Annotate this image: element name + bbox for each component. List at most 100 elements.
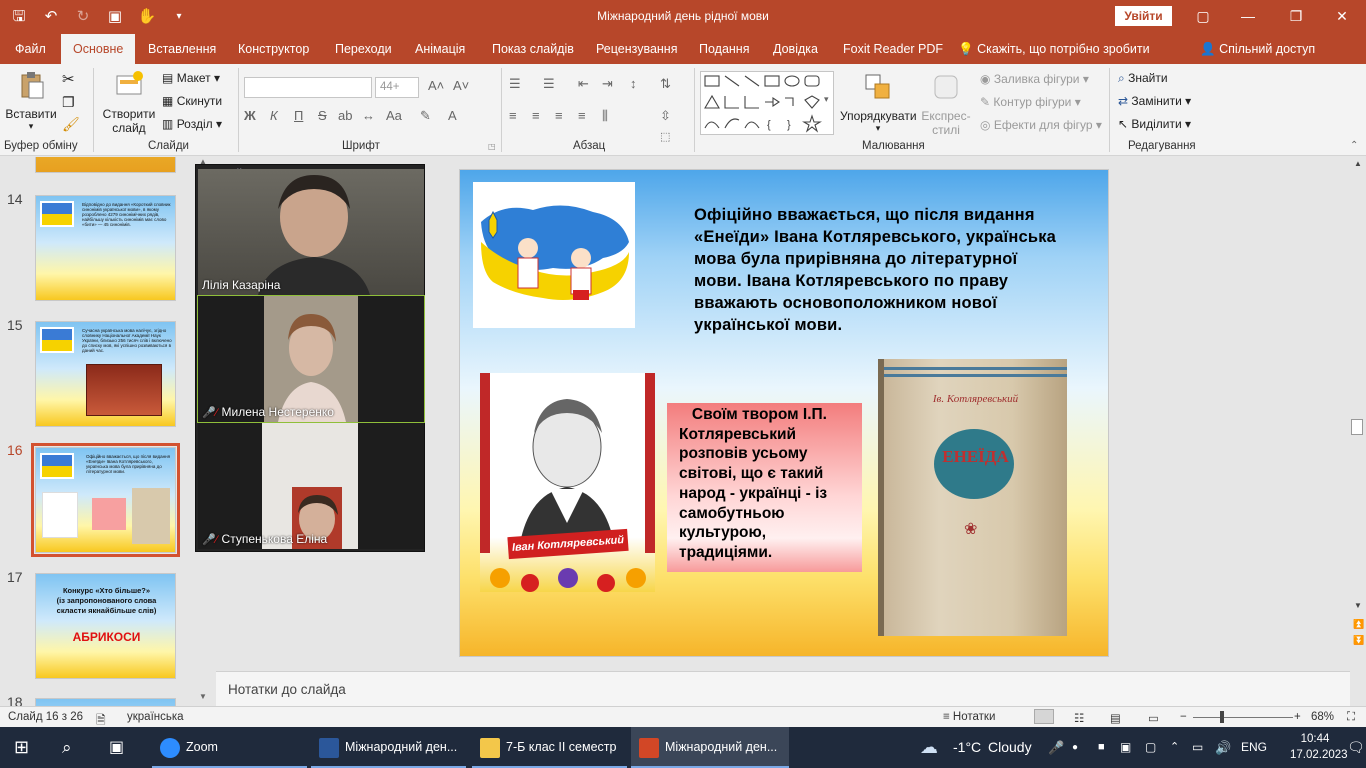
show-hidden-icons[interactable]: ⌃: [1170, 727, 1179, 768]
slide-text-box[interactable]: Своїм твором І.П. Котляревський розповів…: [667, 403, 862, 572]
video-tile-active-speaker[interactable]: 🎤∕ Милена Нестеренко: [197, 295, 425, 423]
columns-icon[interactable]: ⫼: [602, 108, 608, 124]
zoom-tray-icon[interactable]: ●: [1072, 727, 1078, 768]
justify-icon[interactable]: ≡: [578, 108, 586, 123]
bold-button[interactable]: Ж: [244, 108, 256, 123]
char-spacing-icon[interactable]: ↔: [362, 108, 375, 123]
section-button[interactable]: ▥ Розділ ▾: [162, 117, 222, 131]
line-spacing-icon[interactable]: ↕: [630, 76, 637, 91]
video-tile[interactable]: 🎤∕ Ступенькова Еліна: [198, 423, 424, 549]
copy-icon[interactable]: ❐: [62, 94, 75, 111]
align-left-icon[interactable]: ≡: [509, 108, 517, 123]
volume-icon[interactable]: 🔊: [1215, 727, 1231, 768]
shape-fill-button[interactable]: ◉ Заливка фігури ▾: [980, 72, 1089, 86]
zoom-slider-thumb[interactable]: [1220, 711, 1224, 723]
paste-button[interactable]: Вставити ▾: [4, 70, 58, 132]
slide-box-text[interactable]: Своїм твором І.П. Котляревський розповів…: [679, 405, 859, 563]
keyboard-language[interactable]: ENG: [1241, 727, 1267, 768]
italic-button[interactable]: К: [270, 108, 278, 123]
previous-slide-icon[interactable]: ⏫: [1353, 619, 1364, 630]
bullets-icon[interactable]: ☰: [509, 76, 521, 92]
microphone-icon[interactable]: 🎤: [1048, 727, 1064, 768]
slide-scrollbar[interactable]: ▲ ▼ ⏫ ⏬: [1350, 157, 1366, 706]
windows-start-icon[interactable]: ⊞: [14, 727, 29, 768]
slide-thumbnail-13[interactable]: [35, 157, 176, 173]
weather-description[interactable]: Cloudy: [988, 727, 1032, 768]
taskbar-zoom[interactable]: Zoom: [152, 727, 307, 768]
align-center-icon[interactable]: ≡: [532, 108, 540, 123]
tab-home[interactable]: Основне: [61, 34, 136, 64]
tray-app-icon[interactable]: ■: [1098, 727, 1105, 768]
notifications-icon[interactable]: 🗨: [1347, 727, 1365, 768]
maximize-button[interactable]: ❐: [1276, 4, 1316, 28]
tab-animations[interactable]: Анімація: [415, 34, 465, 64]
taskbar-word[interactable]: Міжнародний ден...: [311, 727, 466, 768]
slide-thumbnail-17[interactable]: Конкурс «Хто більше?» (із запропонованог…: [35, 573, 176, 679]
tray-app-icon[interactable]: ▢: [1145, 727, 1156, 768]
underline-button[interactable]: П: [294, 108, 303, 123]
zoom-slider-track[interactable]: [1193, 717, 1293, 718]
share-button[interactable]: 👤 Спільний доступ: [1200, 34, 1315, 64]
fit-to-window-icon[interactable]: ⛶: [1347, 711, 1355, 724]
shapes-more-icon[interactable]: ▾: [824, 94, 829, 105]
text-direction-icon[interactable]: ⇅: [660, 76, 671, 92]
network-icon[interactable]: ▭: [1192, 727, 1203, 768]
change-case-icon[interactable]: Aa: [386, 108, 402, 123]
tell-me-box[interactable]: 💡 Скажіть, що потрібно зробити: [958, 34, 1150, 64]
quick-styles-button[interactable]: Експрес- стилі: [918, 72, 974, 137]
shapes-gallery[interactable]: {}: [700, 71, 834, 135]
zoom-out-icon[interactable]: −: [1180, 711, 1187, 723]
ribbon-display-options-icon[interactable]: ▢: [1183, 4, 1223, 28]
tab-help[interactable]: Довідка: [773, 34, 818, 64]
reading-view-icon[interactable]: ▤: [1110, 711, 1121, 725]
weather-temperature[interactable]: -1°C: [953, 727, 981, 768]
slide-main-text[interactable]: Офіційно вважається, що після видання «Е…: [694, 204, 1064, 336]
taskbar-explorer[interactable]: 7-Б клас ІІ семестр: [472, 727, 627, 768]
strikethrough-button[interactable]: S: [318, 108, 327, 123]
slide-thumbnail-14[interactable]: Відповідно до видання «Короткий словник …: [35, 195, 176, 301]
decrease-font-icon[interactable]: A˅: [453, 78, 469, 93]
scroll-thumb[interactable]: [1351, 419, 1363, 435]
notes-pane[interactable]: Нотатки до слайда: [216, 671, 1350, 706]
scroll-down-icon[interactable]: ▼: [199, 692, 207, 701]
slide-thumbnail-15[interactable]: Сучасна українська мова налічує, згідно …: [35, 321, 176, 427]
video-tile[interactable]: Лілія Казаріна: [198, 169, 424, 295]
find-button[interactable]: ⌕ Знайти: [1118, 71, 1168, 86]
select-button[interactable]: ↖ Виділити ▾: [1118, 117, 1191, 131]
align-right-icon[interactable]: ≡: [555, 108, 563, 123]
notes-toggle-button[interactable]: ≡ Нотатки: [943, 711, 995, 723]
tab-slideshow[interactable]: Показ слайдів: [492, 34, 574, 64]
close-button[interactable]: ✕: [1322, 4, 1362, 28]
shape-outline-button[interactable]: ✎ Контур фігури ▾: [980, 95, 1081, 109]
minimize-button[interactable]: —: [1228, 4, 1268, 28]
tab-foxit[interactable]: Foxit Reader PDF: [843, 34, 943, 64]
tray-app-icon[interactable]: ▣: [1120, 727, 1131, 768]
current-slide[interactable]: Офіційно вважається, що після видання «Е…: [459, 169, 1109, 657]
increase-indent-icon[interactable]: ⇥: [602, 76, 613, 92]
numbering-icon[interactable]: ☰: [543, 76, 555, 92]
decrease-indent-icon[interactable]: ⇤: [578, 76, 589, 92]
sign-in-button[interactable]: Увійти: [1115, 6, 1172, 26]
taskbar-powerpoint[interactable]: Міжнародний ден...: [631, 727, 789, 768]
shape-effects-button[interactable]: ◎ Ефекти для фігур ▾: [980, 118, 1102, 132]
normal-view-icon[interactable]: [1034, 709, 1054, 724]
font-color-icon[interactable]: A: [448, 108, 457, 123]
slide-thumbnail-16[interactable]: Офіційно вважається, що після видання «Е…: [31, 443, 180, 557]
zoom-in-icon[interactable]: +: [1294, 711, 1301, 723]
tab-insert[interactable]: Вставлення: [148, 34, 216, 64]
cut-icon[interactable]: ✂: [62, 70, 75, 88]
weather-cloud-icon[interactable]: ☁: [920, 727, 938, 768]
new-slide-button[interactable]: Створити слайд: [100, 70, 158, 135]
reset-button[interactable]: ▦ Скинути: [162, 94, 222, 108]
slide-thumbnail-18[interactable]: [35, 698, 176, 706]
font-name-combo[interactable]: [244, 77, 372, 98]
align-text-icon[interactable]: ⇳: [660, 108, 671, 124]
next-slide-icon[interactable]: ⏬: [1353, 635, 1364, 646]
font-dialog-icon[interactable]: ◳: [488, 142, 496, 151]
format-painter-icon[interactable]: 🖌: [62, 116, 80, 133]
tab-design[interactable]: Конструктор: [238, 34, 309, 64]
language-indicator[interactable]: українська: [127, 711, 184, 723]
tab-file[interactable]: Файл: [15, 34, 46, 64]
zoom-level[interactable]: 68%: [1311, 711, 1334, 723]
video-call-window[interactable]: ✖ Лілія Казаріна 🎤∕Милена Нестеренко 🎤∕С…: [195, 164, 425, 552]
